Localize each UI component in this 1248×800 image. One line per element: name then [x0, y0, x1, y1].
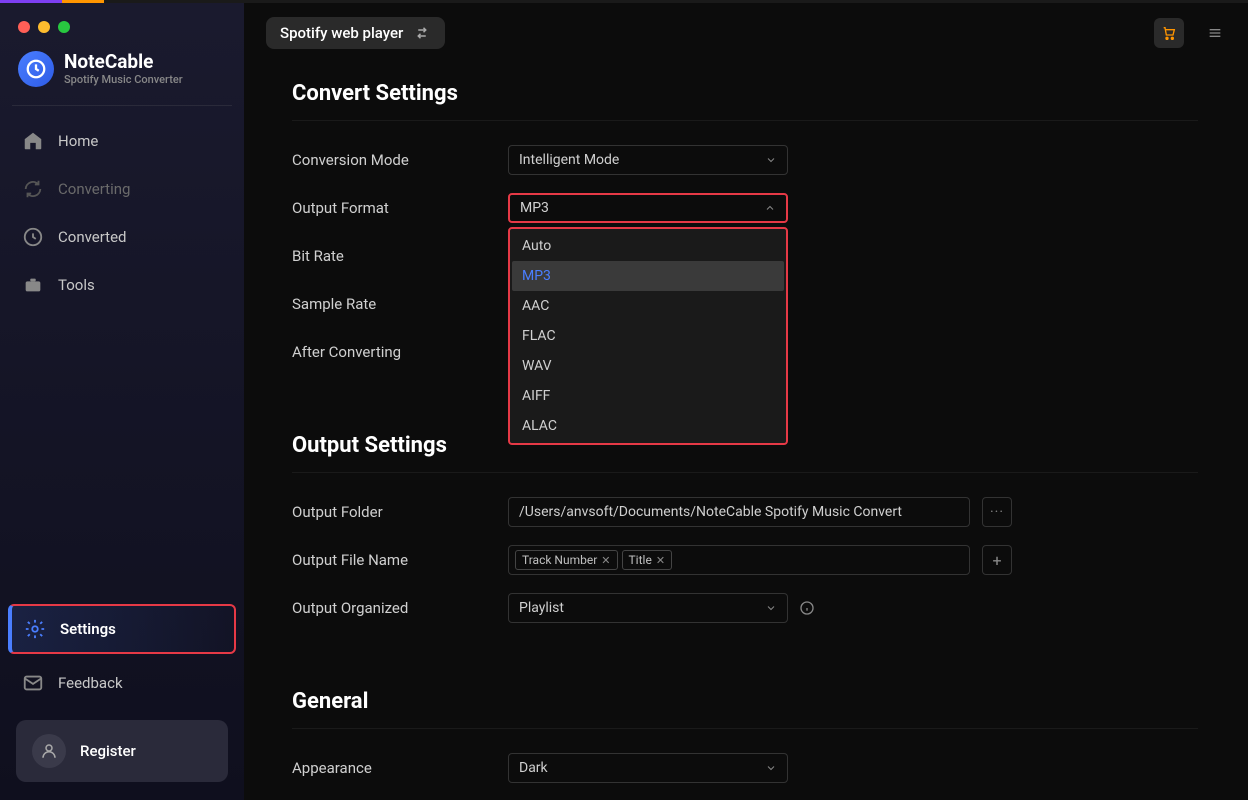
app-logo-icon: [18, 51, 54, 87]
chevron-down-icon: [765, 154, 777, 166]
dropdown-option-aiff[interactable]: AIFF: [512, 381, 784, 411]
menu-button[interactable]: [1204, 22, 1226, 44]
tag-remove-icon[interactable]: ✕: [601, 554, 610, 567]
info-icon[interactable]: [798, 599, 816, 617]
player-toggle-label: Spotify web player: [280, 24, 403, 42]
window-controls: [0, 9, 244, 41]
chevron-down-icon: [765, 602, 777, 614]
dropdown-option-auto[interactable]: Auto: [512, 231, 784, 261]
hamburger-icon: [1207, 25, 1223, 41]
dropdown-output-format: Auto MP3 AAC FLAC WAV AIFF ALAC: [508, 227, 788, 445]
label-sample-rate: Sample Rate: [292, 295, 508, 313]
sidebar-item-label: Feedback: [58, 674, 123, 692]
tag-title: Title✕: [622, 550, 673, 570]
sidebar-item-feedback[interactable]: Feedback: [8, 660, 236, 706]
sidebar-item-converting[interactable]: Converting: [8, 166, 236, 212]
dropdown-option-wav[interactable]: WAV: [512, 351, 784, 381]
sidebar-item-home[interactable]: Home: [8, 118, 236, 164]
maximize-icon[interactable]: [58, 21, 70, 33]
label-output-organized: Output Organized: [292, 599, 508, 617]
label-conversion-mode: Conversion Mode: [292, 151, 508, 169]
sidebar-item-label: Tools: [58, 276, 95, 294]
chevron-down-icon: [765, 762, 777, 774]
swap-icon: [413, 24, 431, 42]
label-output-format: Output Format: [292, 199, 508, 217]
section-title-general: General: [292, 689, 1198, 714]
app-subtitle: Spotify Music Converter: [64, 73, 183, 86]
field-output-file-name[interactable]: Track Number✕ Title✕: [508, 545, 970, 575]
sidebar-item-label: Settings: [60, 620, 116, 638]
plus-icon: +: [992, 551, 1001, 570]
sidebar-item-label: Converted: [58, 228, 127, 246]
label-output-folder: Output Folder: [292, 503, 508, 521]
dropdown-option-flac[interactable]: FLAC: [512, 321, 784, 351]
minimize-icon[interactable]: [38, 21, 50, 33]
player-toggle[interactable]: Spotify web player: [266, 17, 445, 49]
cart-icon: [1161, 25, 1177, 41]
sidebar-item-label: Home: [58, 132, 98, 150]
refresh-icon: [22, 178, 44, 200]
dropdown-option-mp3[interactable]: MP3: [512, 261, 784, 291]
toolbox-icon: [22, 274, 44, 296]
gear-icon: [24, 618, 46, 640]
dropdown-option-alac[interactable]: ALAC: [512, 411, 784, 441]
add-tag-button[interactable]: +: [982, 545, 1012, 575]
label-output-file-name: Output File Name: [292, 551, 508, 569]
label-after-converting: After Converting: [292, 343, 508, 361]
select-appearance[interactable]: Dark: [508, 753, 788, 783]
register-button[interactable]: Register: [16, 720, 228, 782]
sidebar-item-tools[interactable]: Tools: [8, 262, 236, 308]
dropdown-option-aac[interactable]: AAC: [512, 291, 784, 321]
sidebar: NoteCable Spotify Music Converter Home C…: [0, 3, 244, 800]
content-area: Spotify web player Convert Settings Conv…: [244, 3, 1248, 800]
browse-button[interactable]: ···: [982, 497, 1012, 527]
register-label: Register: [80, 742, 136, 760]
content-topbar: Spotify web player: [244, 3, 1248, 63]
clock-icon: [22, 226, 44, 248]
select-conversion-mode[interactable]: Intelligent Mode: [508, 145, 788, 175]
app-title: NoteCable: [64, 52, 183, 73]
label-bit-rate: Bit Rate: [292, 247, 508, 265]
select-output-format[interactable]: MP3: [508, 193, 788, 223]
ellipsis-icon: ···: [990, 504, 1004, 520]
app-brand: NoteCable Spotify Music Converter: [0, 41, 244, 105]
select-output-organized[interactable]: Playlist: [508, 593, 788, 623]
label-appearance: Appearance: [292, 759, 508, 777]
mail-icon: [22, 672, 44, 694]
field-output-folder[interactable]: /Users/anvsoft/Documents/NoteCable Spoti…: [508, 497, 970, 527]
section-title-convert: Convert Settings: [292, 81, 1198, 106]
sidebar-item-label: Converting: [58, 180, 130, 198]
home-icon: [22, 130, 44, 152]
chevron-up-icon: [764, 202, 776, 214]
sidebar-item-converted[interactable]: Converted: [8, 214, 236, 260]
user-icon: [32, 734, 66, 768]
cart-button[interactable]: [1154, 18, 1184, 48]
close-icon[interactable]: [18, 21, 30, 33]
tag-remove-icon[interactable]: ✕: [656, 554, 665, 567]
sidebar-item-settings[interactable]: Settings: [8, 604, 236, 654]
tag-track-number: Track Number✕: [515, 550, 618, 570]
